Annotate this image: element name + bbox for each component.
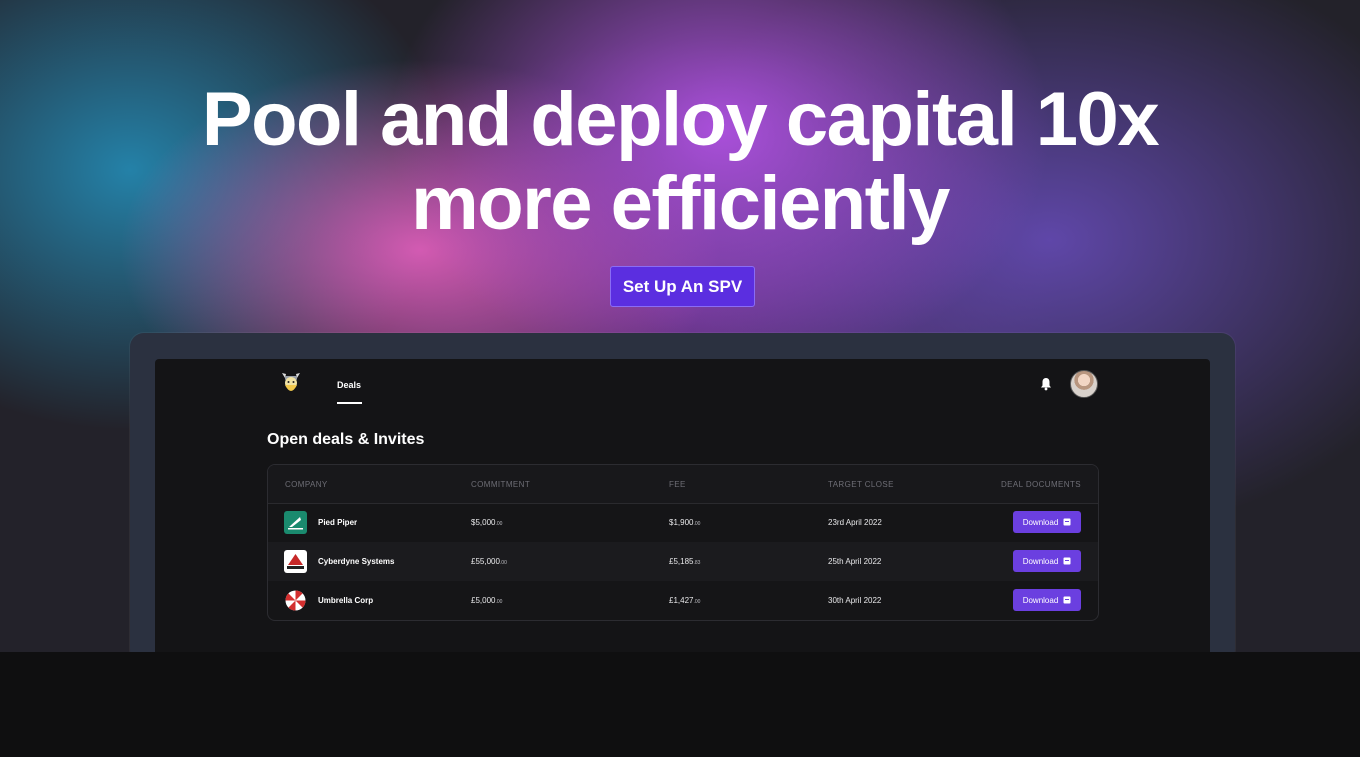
section-title: Open deals & Invites	[267, 431, 425, 448]
download-label: Download	[1022, 556, 1059, 566]
target-close-value: 23rd April 2022	[828, 518, 882, 527]
nav-active-indicator	[337, 402, 362, 404]
cyberdyne-logo-icon	[284, 550, 307, 573]
bottom-band	[0, 652, 1360, 757]
download-button[interactable]: Download	[1013, 589, 1081, 611]
company-name: Umbrella Corp	[318, 596, 374, 605]
document-icon	[1063, 596, 1071, 604]
fee-value: $1,900.00	[669, 518, 701, 527]
table-row: Cyberdyne Systems £55,000.00 £5,185.83 2…	[268, 542, 1098, 581]
commitment-value: $5,000.00	[471, 518, 503, 527]
laptop-frame: Deals Open deals & Invites COMPANY COMMI…	[130, 333, 1235, 652]
umbrella-corp-logo-icon	[285, 590, 306, 611]
download-button[interactable]: Download	[1013, 550, 1081, 572]
user-avatar[interactable]	[1070, 370, 1098, 398]
app-screen: Deals Open deals & Invites COMPANY COMMI…	[155, 359, 1210, 652]
deals-table: COMPANY COMMITMENT FEE TARGET CLOSE DEAL…	[267, 464, 1099, 621]
pied-piper-logo-icon	[284, 511, 307, 534]
header-deal-documents: DEAL DOCUMENTS	[1001, 480, 1081, 489]
target-close-value: 25th April 2022	[828, 557, 882, 566]
header-commitment: COMMITMENT	[471, 480, 531, 489]
viking-logo-icon[interactable]	[279, 369, 303, 397]
document-icon	[1063, 557, 1071, 565]
fee-value: £5,185.83	[669, 557, 701, 566]
hero-section: Pool and deploy capital 10x more efficie…	[0, 0, 1360, 652]
fee-value: £1,427.00	[669, 596, 701, 605]
download-button[interactable]: Download	[1013, 511, 1081, 533]
table-row: Pied Piper $5,000.00 $1,900.00 23rd Apri…	[268, 503, 1098, 542]
document-icon	[1063, 518, 1071, 526]
nav-tab-deals[interactable]: Deals	[337, 380, 361, 390]
company-name: Cyberdyne Systems	[318, 557, 395, 566]
company-name: Pied Piper	[318, 518, 358, 527]
set-up-spv-button[interactable]: Set Up An SPV	[610, 266, 755, 307]
table-header: COMPANY COMMITMENT FEE TARGET CLOSE DEAL…	[268, 465, 1098, 504]
header-company: COMPANY	[285, 480, 328, 489]
header-target-close: TARGET CLOSE	[828, 480, 894, 489]
download-label: Download	[1022, 595, 1059, 605]
download-label: Download	[1022, 517, 1059, 527]
commitment-value: £55,000.00	[471, 557, 507, 566]
hero-title-line-1: Pool and deploy capital 10x	[201, 77, 1160, 162]
target-close-value: 30th April 2022	[828, 596, 882, 605]
header-fee: FEE	[669, 480, 686, 489]
commitment-value: £5,000.00	[471, 596, 503, 605]
bell-icon[interactable]	[1040, 377, 1052, 391]
table-row: Umbrella Corp £5,000.00 £1,427.00 30th A…	[268, 581, 1098, 620]
hero-title-line-2: more efficiently	[411, 161, 950, 246]
hero-title: Pool and deploy capital 10x more efficie…	[0, 78, 1360, 246]
